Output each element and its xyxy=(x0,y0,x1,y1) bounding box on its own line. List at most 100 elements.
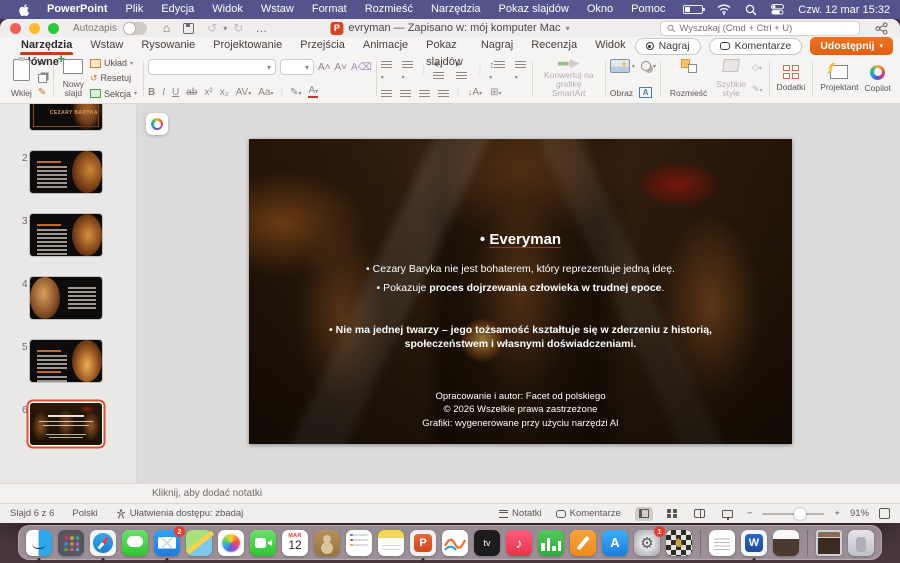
columns-button[interactable]: ▾ xyxy=(515,59,528,82)
apple-menu-icon[interactable] xyxy=(18,4,30,16)
document-title[interactable]: P evryman — Zapisano w: mój komputer Mac… xyxy=(330,22,569,35)
slide-thumbnail-4[interactable] xyxy=(30,277,102,319)
smartart-button[interactable]: Konwertuj nagrafikę SmartArt xyxy=(537,57,601,100)
dock-photos-icon[interactable] xyxy=(218,530,244,556)
zoom-percentage[interactable]: 91% xyxy=(850,508,869,519)
strikethrough-button[interactable]: ab xyxy=(186,87,197,98)
bullets-button[interactable]: ▾ xyxy=(381,59,394,82)
dock-appstore-icon[interactable]: A xyxy=(602,530,628,556)
dock-music-icon[interactable]: ♪ xyxy=(506,530,532,556)
font-color-button[interactable]: A▾ xyxy=(308,86,318,98)
copy-button[interactable] xyxy=(38,74,47,83)
dock-reminders-icon[interactable] xyxy=(346,530,372,556)
search-box[interactable] xyxy=(660,21,860,36)
dock-calendar-icon[interactable]: MAR 12 xyxy=(282,530,308,556)
dock-pencil-app-icon[interactable] xyxy=(570,530,596,556)
section-button[interactable]: Sekcja▾ xyxy=(90,89,137,99)
align-center-button[interactable] xyxy=(400,88,411,97)
justify-button[interactable] xyxy=(438,88,449,97)
addins-button[interactable]: Dodatki xyxy=(773,57,808,100)
shapes-button[interactable]: ▾ xyxy=(641,61,656,71)
autosave-toggle[interactable] xyxy=(123,22,147,35)
layout-button[interactable]: Układ▾ xyxy=(90,58,137,68)
slide-credits[interactable]: Opracowanie i autor: Facet od polskiego … xyxy=(249,390,792,430)
tab-wstaw[interactable]: Wstaw xyxy=(81,37,132,55)
zoom-in-button[interactable]: + xyxy=(834,508,840,519)
normal-view-button[interactable] xyxy=(635,507,653,521)
slide-thumbnail-3[interactable] xyxy=(30,214,102,256)
slide-title[interactable]: • Everyman xyxy=(249,231,792,248)
search-input[interactable] xyxy=(679,23,853,34)
menu-pokaz-slajdow[interactable]: Pokaz slajdów xyxy=(490,0,578,19)
tab-przejscia[interactable]: Przejścia xyxy=(291,37,354,55)
picture-button[interactable]: ▾ xyxy=(610,59,635,73)
reset-button[interactable]: ↺Resetuj xyxy=(90,73,137,84)
change-case-button[interactable]: Aa▾ xyxy=(258,87,273,98)
undo-chevron-icon[interactable]: ▾ xyxy=(223,24,227,33)
menu-wstaw[interactable]: Wstaw xyxy=(252,0,303,19)
slide-canvas[interactable]: • Everyman • Cezary Baryka nie jest boha… xyxy=(137,104,900,483)
tab-animacje[interactable]: Animacje xyxy=(354,37,417,55)
menubar-clock[interactable]: Czw. 12 mar 15:32 xyxy=(798,4,890,16)
menu-edycja[interactable]: Edycja xyxy=(152,0,203,19)
superscript-button[interactable]: x² xyxy=(204,87,212,98)
fit-slide-button[interactable] xyxy=(879,508,890,519)
redo-icon[interactable]: ↻ xyxy=(233,21,243,35)
dock-maps-icon[interactable] xyxy=(186,530,212,556)
tab-narzedzia-glowne[interactable]: Narzędzia główne xyxy=(12,37,81,55)
dock-safari-icon[interactable] xyxy=(90,530,116,556)
menu-widok[interactable]: Widok xyxy=(203,0,252,19)
align-left-button[interactable] xyxy=(381,88,392,97)
underline-button[interactable]: U xyxy=(172,87,179,98)
notes-area[interactable]: Kliknij, aby dodać notatki xyxy=(0,483,900,503)
menu-plik[interactable]: Plik xyxy=(117,0,153,19)
dock-fitness-icon[interactable] xyxy=(442,530,468,556)
highlight-pen-button[interactable]: ✎▾ xyxy=(290,87,301,98)
reading-view-button[interactable] xyxy=(691,507,709,521)
comments-toggle-button[interactable]: Komentarze xyxy=(556,508,621,519)
org-share-icon[interactable] xyxy=(875,22,888,35)
subscript-button[interactable]: x₂ xyxy=(220,87,229,98)
minimize-window-button[interactable] xyxy=(29,23,40,34)
clear-formatting-button[interactable]: A⌫ xyxy=(351,62,372,73)
dock-launchpad-icon[interactable] xyxy=(58,530,84,556)
slide-thumbnail-2[interactable] xyxy=(30,151,102,193)
italic-button[interactable]: I xyxy=(162,87,165,98)
accessibility-check[interactable]: Ułatwienia dostępu: zbadaj xyxy=(116,508,244,519)
dock-chess-icon[interactable]: ♞ xyxy=(666,530,692,556)
more-toolbar-icon[interactable]: … xyxy=(255,21,267,35)
language-indicator[interactable]: Polski xyxy=(72,508,97,519)
dock-preview-document-icon[interactable] xyxy=(773,530,799,556)
spotlight-search-icon[interactable] xyxy=(745,4,757,16)
dock-powerpoint-icon[interactable]: P xyxy=(410,530,436,556)
grow-font-button[interactable]: A˄ xyxy=(318,62,331,73)
slide-thumbnail-1[interactable]: CEZARY BARYKA xyxy=(30,104,102,130)
zoom-slider[interactable] xyxy=(762,513,824,515)
quick-styles-button[interactable]: Szybkiestyle xyxy=(713,57,749,100)
slide-position-indicator[interactable]: Slajd 6 z 6 xyxy=(10,508,54,519)
menu-powerpoint[interactable]: PowerPoint xyxy=(38,0,117,19)
tab-widok[interactable]: Widok xyxy=(586,37,635,55)
text-box-button[interactable]: A xyxy=(639,87,652,98)
tab-rysowanie[interactable]: Rysowanie xyxy=(132,37,204,55)
align-right-button[interactable] xyxy=(419,88,430,97)
text-direction-button[interactable]: ↓A▾ xyxy=(467,87,482,98)
zoom-slider-knob[interactable] xyxy=(794,508,806,520)
save-icon[interactable] xyxy=(183,23,194,34)
menu-format[interactable]: Format xyxy=(303,0,356,19)
slide-bullet-2[interactable]: • Pokazuje proces dojrzewania człowieka … xyxy=(249,282,792,294)
home-icon[interactable]: ⌂ xyxy=(163,21,170,35)
dock-appletv-icon[interactable]: tv xyxy=(474,530,500,556)
dock-word-icon[interactable]: W xyxy=(741,530,767,556)
slide-thumbnail-6-selected[interactable] xyxy=(30,403,102,445)
slide-bullet-1[interactable]: • Cezary Baryka nie jest bohaterem, któr… xyxy=(249,263,792,275)
comments-button[interactable]: Komentarze xyxy=(709,38,803,55)
control-center-icon[interactable] xyxy=(771,4,784,15)
font-name-select[interactable]: ▾ xyxy=(148,59,276,75)
close-window-button[interactable] xyxy=(10,23,21,34)
tab-projektowanie[interactable]: Projektowanie xyxy=(204,37,291,55)
dock-trash-icon[interactable] xyxy=(848,530,874,556)
notes-toggle-button[interactable]: Notatki xyxy=(499,508,542,519)
share-button[interactable]: Udostępnij▾ xyxy=(810,37,893,55)
new-slide-button[interactable]: Nowyslajd xyxy=(60,57,87,100)
